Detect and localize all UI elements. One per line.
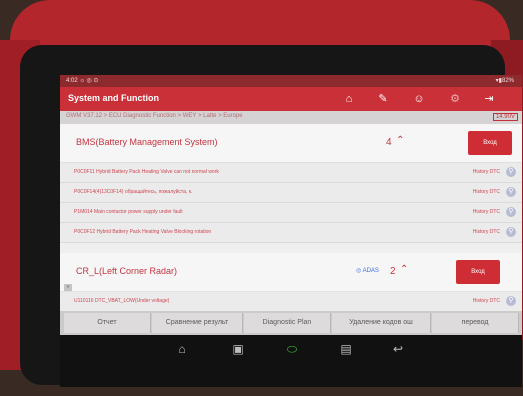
- screen: 4:02 ☼ ◎ ⊙ ▾▮82% System and Function ⌂ ✎…: [60, 75, 522, 387]
- page-title: System and Function: [68, 93, 160, 103]
- dtc-row[interactable]: P0C0F12 Hybrid Battery Pack Heating Valv…: [60, 223, 522, 243]
- status-bar: 4:02 ☼ ◎ ⊙ ▾▮82%: [60, 75, 522, 87]
- dtc-text: P0C0F14(4)13C0F14) обращайтесь, пожалуйс…: [74, 189, 193, 195]
- title-bar: System and Function ⌂ ✎ ☺ ⚙ ⇥: [60, 87, 522, 111]
- device-frame: 4:02 ☼ ◎ ⊙ ▾▮82% System and Function ⌂ ✎…: [0, 0, 523, 396]
- enter-button[interactable]: Вход: [456, 260, 500, 284]
- system-row-crl[interactable]: CR_L(Left Corner Radar) » ◎ ADAS 2 ⌃ Вхо…: [60, 253, 522, 292]
- breadcrumb: GWM V37.12 > ECU Diagnostic Function > W…: [66, 113, 243, 119]
- dtc-text: P1M014 Main contactor power supply under…: [74, 209, 183, 215]
- screenshot-icon[interactable]: ▤: [338, 341, 354, 357]
- dtc-row[interactable]: P0C0F14(4)13C0F14) обращайтесь, пожалуйс…: [60, 183, 522, 203]
- dtc-count: 2: [390, 266, 396, 277]
- bottom-button-bar: Отчет Сравнение результ Diagnostic Plan …: [60, 311, 522, 335]
- vci-icon[interactable]: ⬭: [284, 341, 300, 357]
- dtc-text: P0C0F11 Hybrid Battery Pack Heating Valv…: [74, 169, 219, 175]
- system-title: CR_L(Left Corner Radar): [76, 266, 178, 276]
- chevron-up-icon[interactable]: ⌃: [400, 264, 408, 275]
- report-button[interactable]: Отчет: [64, 313, 151, 333]
- android-nav-bar: ⌂ ▣ ⬭ ▤ ↩: [60, 335, 522, 387]
- clear-codes-button[interactable]: Удаление кодов ош: [332, 313, 431, 333]
- voltage-badge: 14.90V: [492, 113, 518, 121]
- dtc-row[interactable]: U110116 DTC_VBAT_LOW(Under voltage) Hist…: [60, 292, 522, 312]
- dtc-count: 4: [386, 137, 392, 148]
- report-icon[interactable]: ✎: [376, 92, 390, 106]
- home-icon[interactable]: ⌂: [174, 341, 190, 357]
- translate-button[interactable]: перевод: [432, 313, 519, 333]
- chevron-up-icon[interactable]: ⌃: [396, 135, 404, 146]
- search-icon[interactable]: ⚲: [506, 187, 516, 197]
- exit-icon[interactable]: ⇥: [482, 92, 496, 106]
- search-icon[interactable]: ⚲: [506, 296, 516, 306]
- system-row-bms[interactable]: BMS(Battery Management System) 4 ⌃ Вход: [60, 124, 522, 163]
- recent-apps-icon[interactable]: ▣: [230, 341, 246, 357]
- dtc-row[interactable]: P1M014 Main contactor power supply under…: [60, 203, 522, 223]
- history-dtc-link[interactable]: History DTC: [473, 298, 500, 304]
- back-icon[interactable]: ↩: [390, 341, 406, 357]
- breadcrumb-bar: GWM V37.12 > ECU Diagnostic Function > W…: [60, 111, 522, 124]
- status-right: ▾▮82%: [495, 78, 514, 84]
- home-icon[interactable]: ⌂: [342, 92, 356, 106]
- system-title: BMS(Battery Management System): [76, 137, 218, 147]
- expand-icon[interactable]: »: [64, 284, 72, 291]
- search-icon[interactable]: ⚲: [506, 227, 516, 237]
- user-icon[interactable]: ☺: [412, 92, 426, 106]
- adas-badge: ◎ ADAS: [356, 268, 379, 274]
- compare-results-button[interactable]: Сравнение результ: [152, 313, 243, 333]
- history-dtc-link[interactable]: History DTC: [473, 189, 500, 195]
- dtc-text: P0C0F12 Hybrid Battery Pack Heating Valv…: [74, 229, 212, 235]
- enter-button[interactable]: Вход: [468, 131, 512, 155]
- search-icon[interactable]: ⚲: [506, 207, 516, 217]
- history-dtc-link[interactable]: History DTC: [473, 229, 500, 235]
- history-dtc-link[interactable]: History DTC: [473, 169, 500, 175]
- adas-label: ADAS: [362, 268, 379, 274]
- status-left: 4:02 ☼ ◎ ⊙: [66, 78, 99, 84]
- search-icon[interactable]: ⚲: [506, 167, 516, 177]
- dtc-row[interactable]: P0C0F11 Hybrid Battery Pack Heating Valv…: [60, 163, 522, 183]
- history-dtc-link[interactable]: History DTC: [473, 209, 500, 215]
- diagnostic-plan-button[interactable]: Diagnostic Plan: [244, 313, 331, 333]
- settings-icon[interactable]: ⚙: [448, 92, 462, 106]
- dtc-text: U110116 DTC_VBAT_LOW(Under voltage): [74, 298, 170, 304]
